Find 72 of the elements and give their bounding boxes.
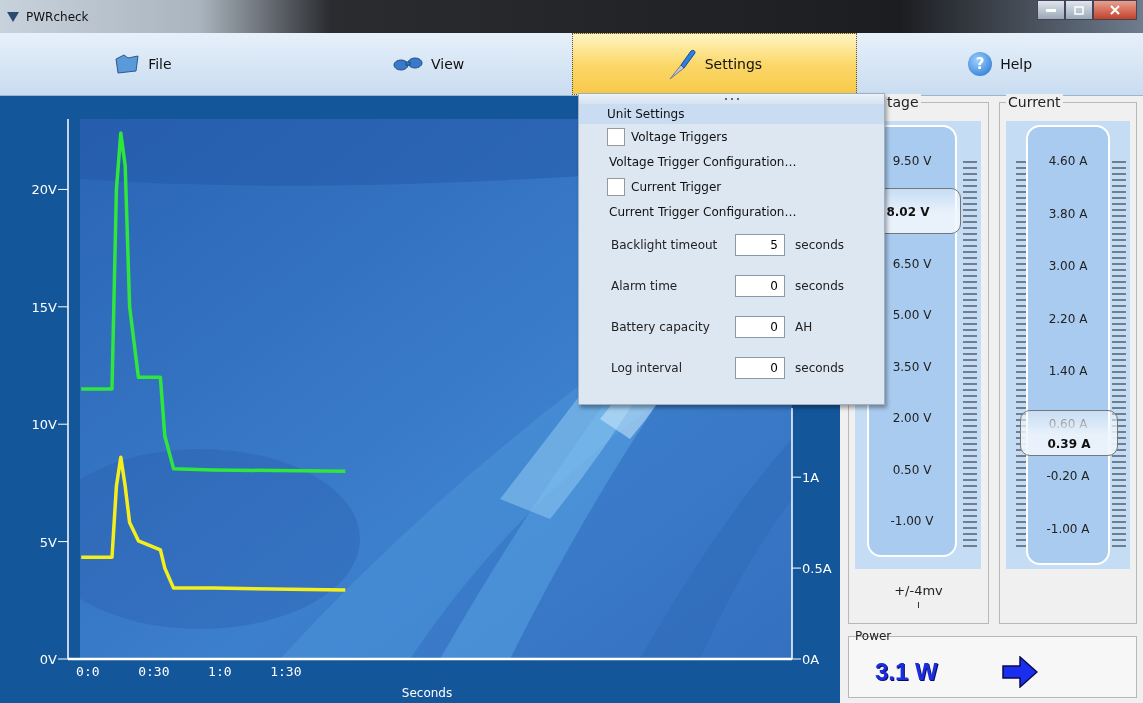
menu-tab[interactable]: Settings: [571, 33, 858, 95]
field-label: Backlight timeout: [611, 237, 719, 252]
reading-value: 0.39 A: [1047, 437, 1091, 451]
folder-icon: [114, 53, 141, 75]
axis-label: 0V: [39, 652, 57, 667]
input-field[interactable]: 0: [735, 356, 785, 379]
scale-label: 5.00 V: [892, 308, 932, 323]
app-icon: [6, 10, 20, 23]
maximize-button[interactable]: [1065, 0, 1093, 20]
axis-label: 1:0: [208, 664, 232, 679]
axis-label: 15V: [31, 299, 57, 315]
resolution-label: +/-4mv: [894, 583, 943, 598]
power-value: 3.1 W: [875, 658, 938, 686]
field-label: Log interval: [611, 360, 683, 375]
glasses-icon: [393, 56, 423, 72]
scale-label: 9.50 V: [892, 153, 932, 168]
close-button[interactable]: [1093, 0, 1137, 20]
axis-label: 1A: [802, 470, 820, 486]
reading-value: 8.02 V: [886, 205, 930, 220]
field-label: Alarm time: [611, 278, 679, 293]
group-title: Power: [854, 629, 893, 643]
checkbox[interactable]: [607, 178, 625, 196]
tick-mark: [918, 602, 919, 608]
scale-label: 0.60 A: [1048, 416, 1088, 431]
axis-label: 1:30: [270, 664, 302, 679]
unit-label: seconds: [795, 360, 845, 375]
input-field[interactable]: 5: [735, 233, 785, 256]
axis-label: 0:30: [138, 664, 170, 679]
axis-label: 0:0: [76, 664, 100, 679]
close-icon: [1110, 5, 1120, 15]
scale-label: 3.50 V: [892, 359, 932, 374]
checkbox-label[interactable]: Current Trigger: [631, 180, 722, 194]
axis-label: 0.5A: [802, 561, 832, 577]
axis-title: Seconds: [401, 686, 453, 700]
axis-label: 5V: [39, 534, 57, 550]
axis-label: 20V: [31, 182, 57, 198]
menu-tab[interactable]: View: [285, 33, 572, 95]
unit-label: AH: [795, 319, 813, 334]
axis-label: 0A: [802, 652, 820, 667]
scale-label: 1.40 A: [1048, 364, 1088, 379]
group-title: Current: [1006, 94, 1063, 110]
minimize-icon: [1046, 8, 1056, 12]
group-title: tage: [885, 94, 921, 110]
scale-label: 0.50 V: [892, 462, 932, 477]
scale-label: 2.20 A: [1048, 311, 1088, 326]
menu-header: Unit Settings: [579, 104, 884, 124]
window-title: PWRcheck: [26, 9, 89, 24]
scale-label: -1.00 V: [890, 514, 934, 529]
maximize-icon: [1074, 5, 1084, 15]
menu-tab[interactable]: ? Help: [857, 33, 1143, 95]
scale-label: 4.60 A: [1048, 154, 1088, 169]
menu-tab[interactable]: File: [0, 33, 286, 95]
scale-label: 2.00 V: [892, 411, 932, 426]
menu-item[interactable]: Voltage Trigger Configuration…: [609, 155, 797, 169]
field-label: Battery capacity: [611, 319, 711, 334]
scale-label: 3.80 A: [1048, 206, 1088, 221]
checkbox-label[interactable]: Voltage Triggers: [631, 130, 728, 144]
scale-label: -0.20 A: [1046, 469, 1090, 484]
unit-label: seconds: [795, 237, 845, 252]
scale-label: -1.00 A: [1046, 521, 1090, 536]
axis-label: 10V: [31, 417, 57, 433]
arrow-icon: [1001, 656, 1038, 688]
input-field[interactable]: 0: [735, 315, 785, 338]
input-field[interactable]: 0: [735, 274, 785, 297]
unit-label: seconds: [795, 278, 845, 293]
minimize-button[interactable]: [1037, 0, 1065, 20]
help-icon: ?: [968, 52, 993, 76]
checkbox[interactable]: [607, 128, 625, 146]
menu-item[interactable]: Current Trigger Configuration…: [609, 205, 797, 219]
scale-label: 3.00 A: [1048, 259, 1088, 274]
scale-label: 6.50 V: [892, 256, 932, 271]
grip-icon: [724, 97, 739, 101]
